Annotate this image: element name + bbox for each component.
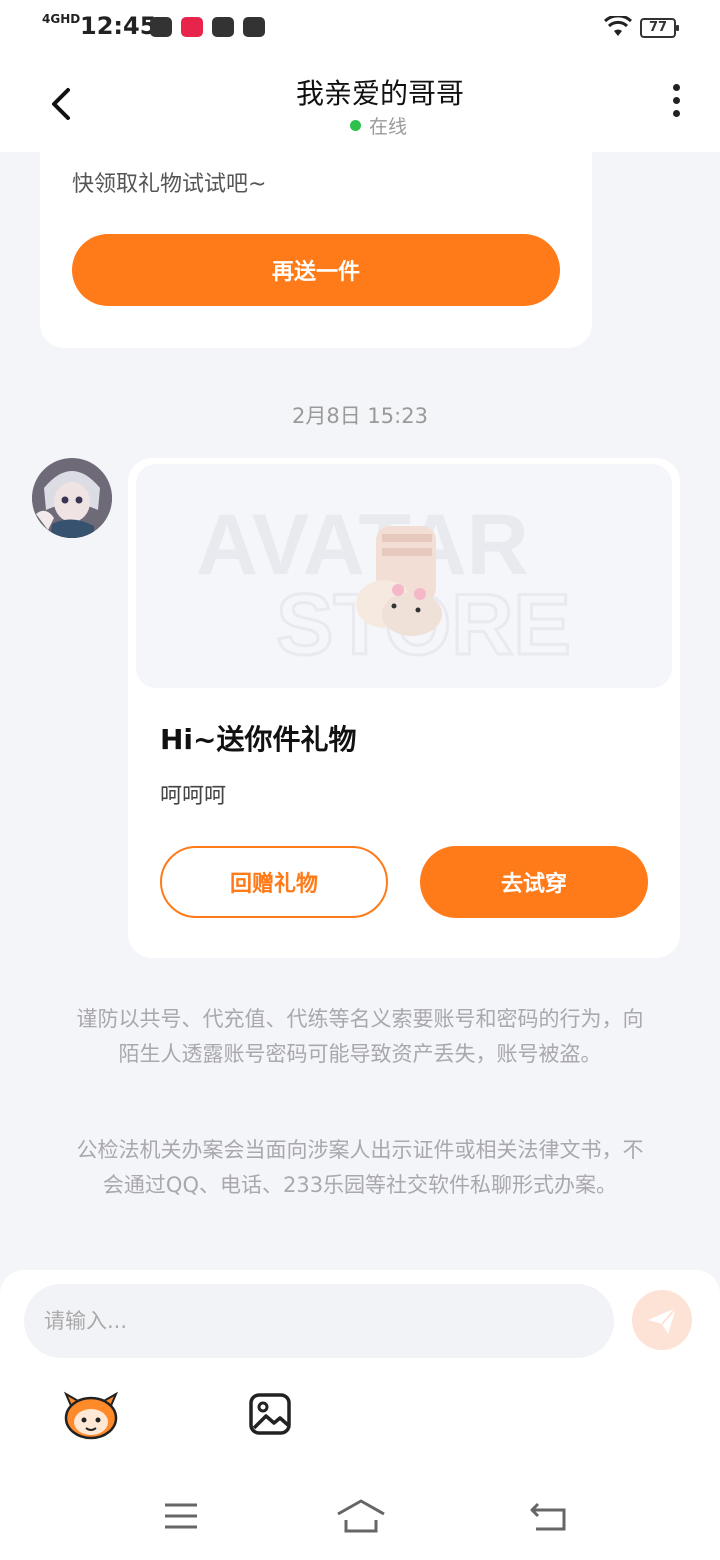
previous-gift-card: 快领取礼物试试吧~ 再送一件 [40,152,592,348]
online-status: 在线 [350,112,407,139]
back-icon[interactable] [530,1500,568,1532]
return-gift-button[interactable]: 回赠礼物 [160,846,388,918]
gift-image[interactable]: AVATAR STORE [136,464,672,688]
image-icon[interactable] [248,1392,292,1436]
paper-plane-icon [648,1307,677,1334]
app-leaf-icon [243,17,265,37]
menu-icon[interactable] [164,1502,198,1530]
search-app-icon [212,17,234,37]
send-again-button[interactable]: 再送一件 [72,234,560,306]
send-button[interactable] [632,1290,692,1350]
previous-card-text: 快领取礼物试试吧~ [72,172,267,197]
home-icon[interactable] [336,1498,386,1534]
status-time: 12:45 [80,12,157,40]
message-timestamp: 2月8日 15:23 [292,404,428,428]
notification-icons [150,17,265,37]
emoji-mascot-icon[interactable] [62,1388,120,1440]
online-dot [350,120,361,131]
avatar[interactable] [32,458,112,538]
page-title: 我亲爱的哥哥 [295,77,464,110]
security-notice: 谨防以共号、代充值、代练等名义索要账号和密码的行为，向陌生人透露账号密码可能导致… [76,1007,644,1066]
try-on-button[interactable]: 去试穿 [420,846,648,918]
app-notification-icon [181,17,203,37]
system-nav-bar [0,1470,720,1560]
video-icon [150,17,172,37]
wifi-icon [604,16,632,36]
legal-notice: 公检法机关办案会当面向涉案人出示证件或相关法律文书，不会通过QQ、电话、233乐… [76,1138,644,1197]
message-input[interactable] [24,1284,614,1358]
chat-messages[interactable]: 快领取礼物试试吧~ 再送一件 2月8日 15:23 AVATAR STORE [0,152,720,1270]
chat-header: 我亲爱的哥哥 在线 [0,56,720,152]
battery-icon: 77 [640,18,679,38]
gift-title: Hi~送你件礼物 [160,723,357,756]
status-bar: 4GHD 12:45 77 [0,0,720,56]
avatar-image [32,458,112,538]
gift-message-card: AVATAR STORE Hi~送你件礼物 呵呵呵 回赠礼物 去试穿 [128,458,680,958]
gift-preview: AVATAR STORE [196,497,572,675]
network-indicator: 4GHD [42,12,81,26]
more-vertical-icon[interactable] [664,84,688,124]
online-label: 在线 [369,116,408,138]
gift-message: 呵呵呵 [160,784,227,809]
